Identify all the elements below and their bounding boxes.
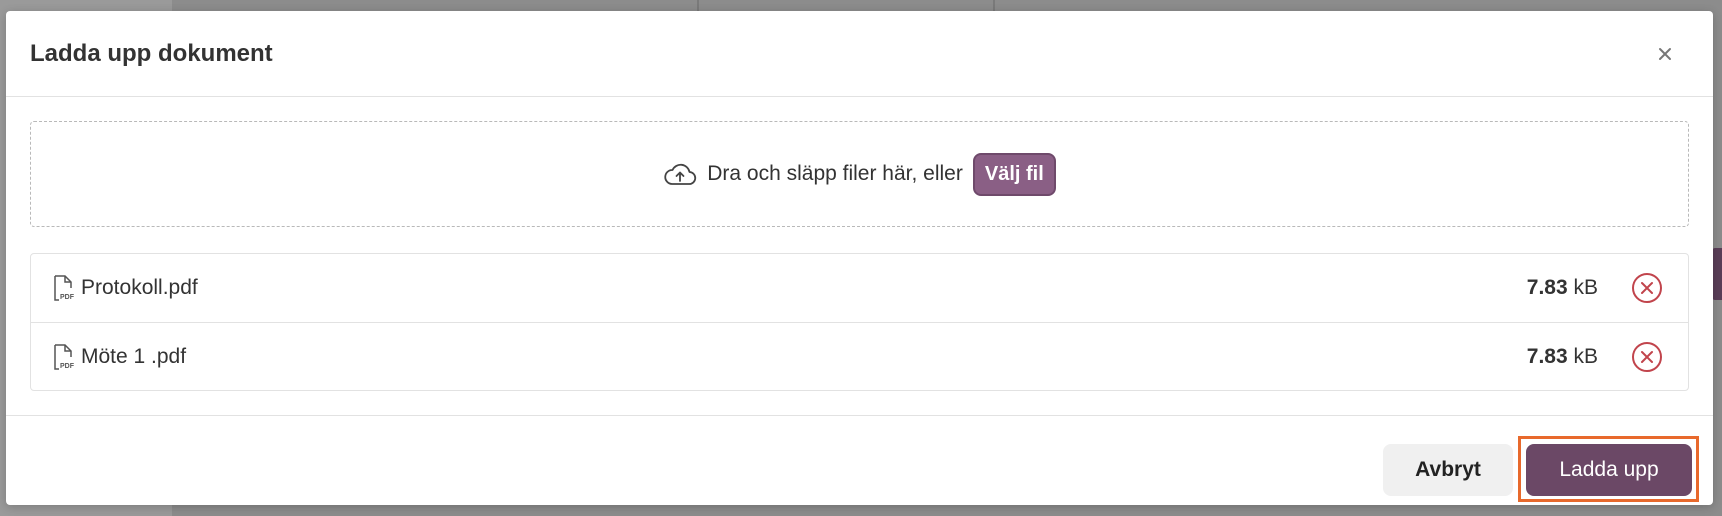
- file-size: 7.83 kB: [1527, 345, 1598, 369]
- file-size: 7.83 kB: [1527, 276, 1598, 300]
- file-size-value: 7.83: [1526, 276, 1568, 299]
- pdf-file-icon: PDF: [54, 275, 75, 301]
- close-icon: [1659, 47, 1671, 60]
- file-name: Protokoll.pdf: [81, 276, 198, 299]
- upload-dialog: Ladda upp dokument Dra och släpp filer h…: [6, 11, 1713, 505]
- file-row: PDF Möte 1 .pdf 7.83 kB: [31, 322, 1688, 390]
- choose-file-button[interactable]: Välj fil: [972, 152, 1056, 196]
- file-size-value: 7.83: [1526, 344, 1568, 368]
- cancel-button[interactable]: Avbryt: [1383, 444, 1513, 496]
- remove-circle-icon[interactable]: [1630, 340, 1664, 374]
- dialog-title: Ladda upp dokument: [30, 39, 273, 67]
- file-list: PDF Protokoll.pdf 7.83 kB PDF Möte 1 .pd…: [30, 253, 1689, 391]
- file-dropzone[interactable]: Dra och släpp filer här, eller Välj fil: [30, 121, 1689, 227]
- file-row: PDF Protokoll.pdf 7.83 kB: [31, 254, 1688, 322]
- svg-text:PDF: PDF: [60, 363, 75, 370]
- remove-circle-icon[interactable]: [1630, 271, 1664, 305]
- file-size-unit: kB: [1573, 276, 1598, 299]
- pdf-file-icon: PDF: [54, 343, 75, 370]
- dialog-footer: Avbryt Ladda upp: [6, 415, 1713, 506]
- background-tab: [1712, 248, 1722, 300]
- upload-button[interactable]: Ladda upp: [1526, 444, 1692, 496]
- dialog-header: Ladda upp dokument: [6, 11, 1713, 97]
- file-name: Möte 1 .pdf: [81, 344, 187, 368]
- svg-text:PDF: PDF: [60, 294, 75, 301]
- close-button[interactable]: [1651, 40, 1679, 68]
- cloud-upload-icon: [664, 163, 697, 185]
- file-size-unit: kB: [1573, 344, 1598, 368]
- dropzone-text: Dra och släpp filer här, eller: [707, 162, 963, 185]
